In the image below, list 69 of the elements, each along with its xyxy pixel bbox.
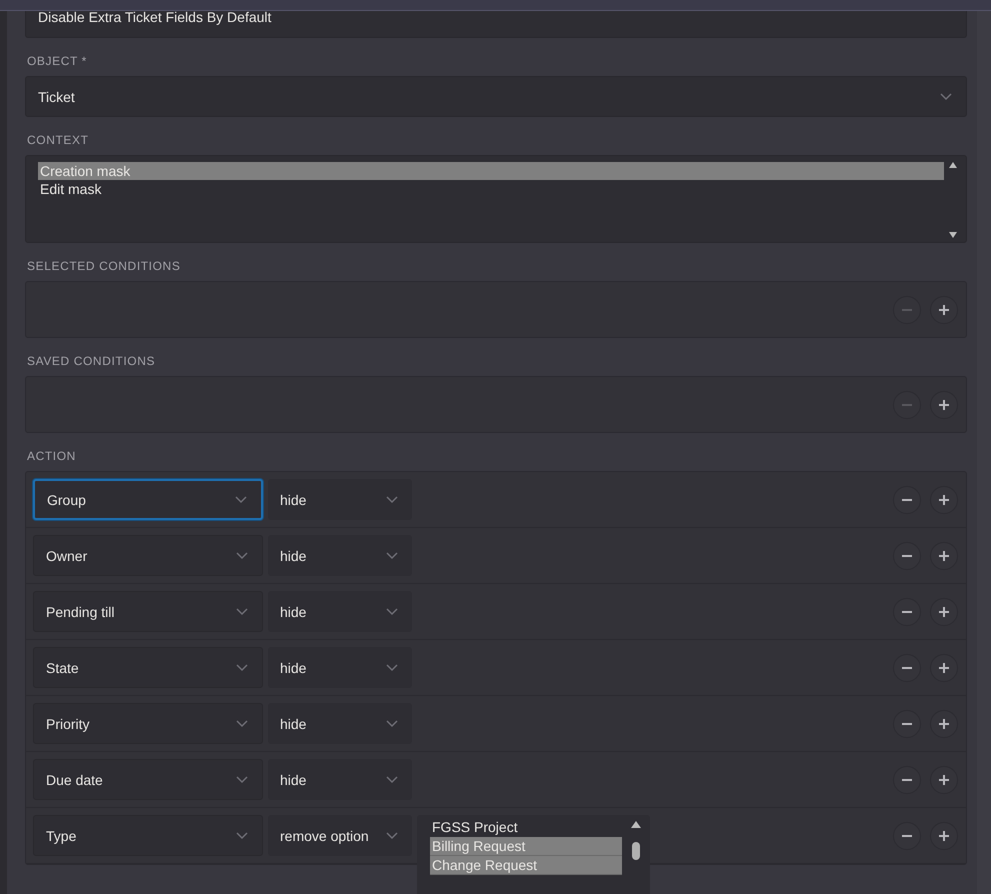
chevron-down-icon xyxy=(236,776,248,784)
operator-select[interactable]: hide xyxy=(268,703,412,744)
chevron-down-icon xyxy=(236,664,248,672)
chevron-down-icon xyxy=(940,92,952,100)
plus-icon xyxy=(938,774,950,786)
remove-button[interactable] xyxy=(893,598,921,626)
add-button[interactable] xyxy=(930,766,958,794)
remove-button[interactable] xyxy=(893,766,921,794)
chevron-down-icon xyxy=(236,608,248,616)
plus-icon xyxy=(938,304,950,316)
object-select[interactable]: Ticket xyxy=(25,76,967,117)
scrollbar-thumb[interactable] xyxy=(632,842,640,860)
listbox-option[interactable]: Edit mask xyxy=(38,180,944,198)
field-label: CONTEXT xyxy=(27,133,90,147)
remove-button[interactable] xyxy=(893,654,921,682)
operator-select[interactable]: hide xyxy=(268,535,412,576)
chevron-down-icon xyxy=(386,608,398,616)
add-button[interactable] xyxy=(930,654,958,682)
context-listbox[interactable]: Creation mask Edit mask xyxy=(25,155,967,243)
remove-button[interactable] xyxy=(893,486,921,514)
field-label: ACTION xyxy=(27,449,77,463)
add-button[interactable] xyxy=(930,598,958,626)
listbox-option[interactable]: FGSS Project xyxy=(430,818,622,837)
operator-select[interactable]: hide xyxy=(268,591,412,632)
chevron-down-icon xyxy=(236,832,248,840)
chevron-down-icon xyxy=(386,832,398,840)
field-label: OBJECT * xyxy=(27,54,88,68)
add-button[interactable] xyxy=(930,390,958,418)
operator-select[interactable]: hide xyxy=(268,479,412,520)
operator-select[interactable]: hide xyxy=(268,647,412,688)
attribute-select[interactable]: Owner xyxy=(33,535,263,576)
operator-select[interactable]: hide xyxy=(268,759,412,800)
chevron-down-icon xyxy=(386,664,398,672)
chevron-down-icon xyxy=(236,552,248,560)
attribute-select[interactable]: Due date xyxy=(33,759,263,800)
add-button[interactable] xyxy=(930,542,958,570)
scroll-up-icon[interactable] xyxy=(631,821,641,828)
add-button[interactable] xyxy=(930,822,958,850)
chevron-down-icon xyxy=(386,496,398,504)
chevron-down-icon xyxy=(236,720,248,728)
add-button[interactable] xyxy=(930,710,958,738)
chevron-down-icon xyxy=(235,496,247,504)
attribute-select[interactable]: Type xyxy=(33,815,263,856)
attribute-select[interactable]: Pending till xyxy=(33,591,263,632)
name-field[interactable]: Disable Extra Ticket Fields By Default xyxy=(25,11,967,38)
value-listbox[interactable]: FGSS Project Billing Request Change Request xyxy=(417,815,650,894)
attribute-select[interactable]: State xyxy=(33,647,263,688)
add-button[interactable] xyxy=(930,296,958,324)
remove-button[interactable] xyxy=(893,710,921,738)
add-button[interactable] xyxy=(930,486,958,514)
plus-icon xyxy=(938,606,950,618)
field-label: SELECTED CONDITIONS xyxy=(27,259,182,273)
field-label: SAVED CONDITIONS xyxy=(27,354,156,368)
attribute-select[interactable]: Group xyxy=(33,479,263,520)
scroll-up-icon[interactable] xyxy=(949,162,957,168)
attribute-select[interactable]: Priority xyxy=(33,703,263,744)
plus-icon xyxy=(938,494,950,506)
plus-icon xyxy=(938,550,950,562)
chevron-down-icon xyxy=(386,776,398,784)
chevron-down-icon xyxy=(386,720,398,728)
scroll-down-icon[interactable] xyxy=(949,232,957,238)
plus-icon xyxy=(938,830,950,842)
chevron-down-icon xyxy=(386,552,398,560)
remove-button[interactable] xyxy=(893,822,921,850)
operator-select[interactable]: remove option xyxy=(268,815,412,856)
plus-icon xyxy=(938,398,950,410)
remove-button[interactable] xyxy=(893,542,921,570)
plus-icon xyxy=(938,718,950,730)
plus-icon xyxy=(938,662,950,674)
